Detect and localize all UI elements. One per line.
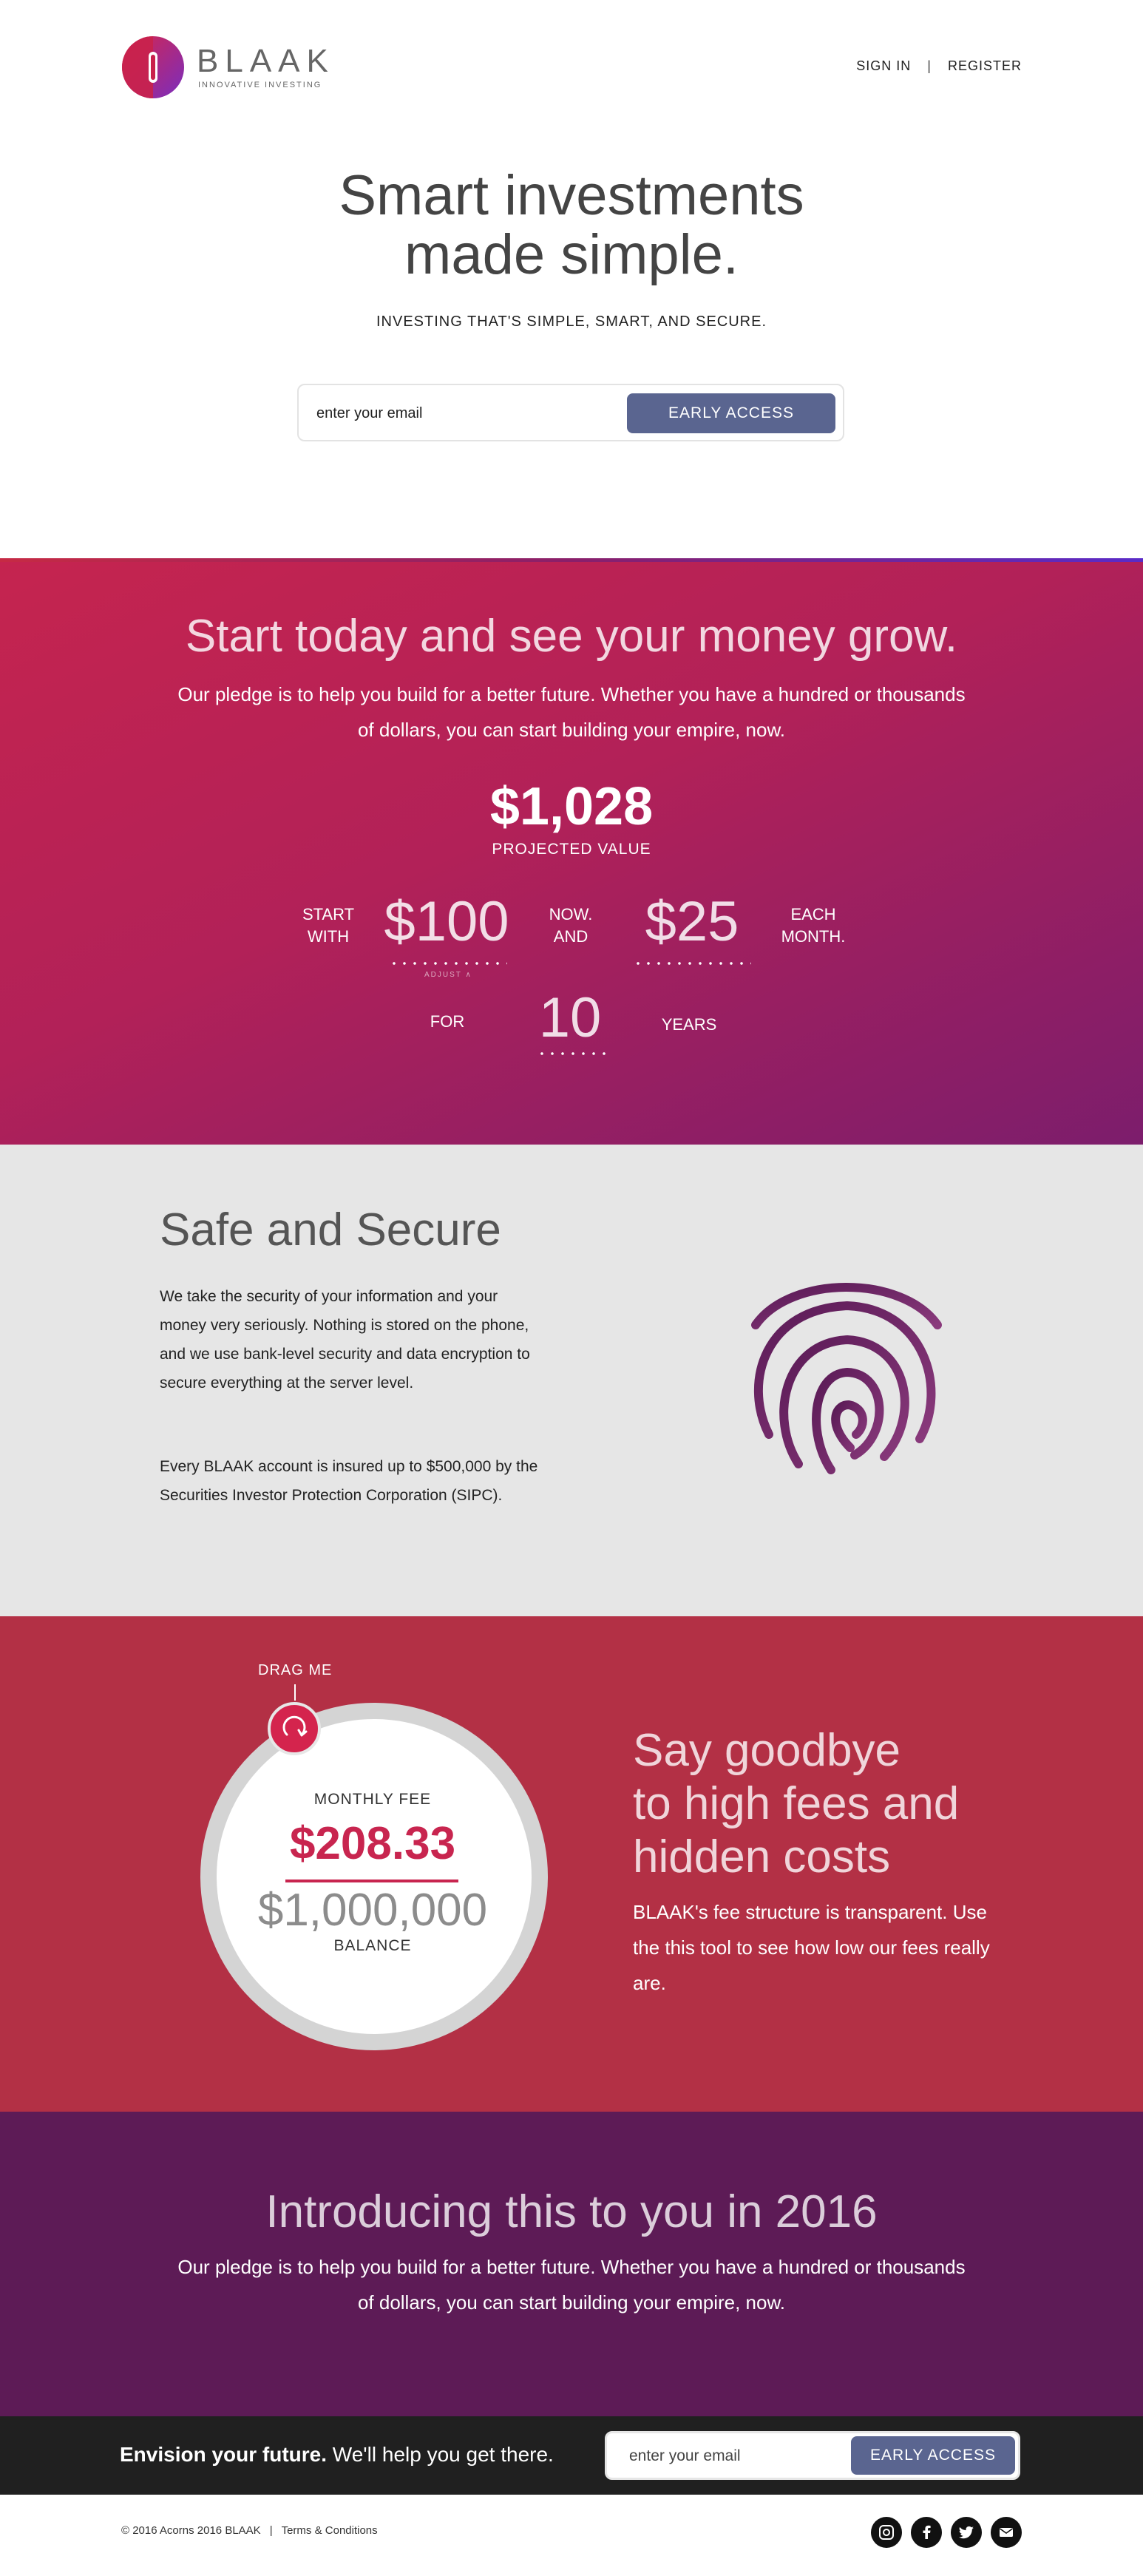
balance-label: BALANCE (333, 1937, 412, 1954)
cta-early-access-button[interactable]: EARLY ACCESS (851, 2436, 1015, 2475)
cta-signup-form: EARLY ACCESS (605, 2431, 1020, 2480)
adjust-hint: ADJUST ∧ (424, 971, 472, 979)
hero-signup-form: EARLY ACCESS (297, 384, 844, 441)
cta-email-input[interactable] (629, 2444, 851, 2469)
hero-title-line1: Smart investments (339, 164, 804, 227)
gradient-divider (0, 558, 1143, 562)
footer-legal: © 2016 Acorns 2016 BLAAK | Terms & Condi… (121, 2524, 378, 2537)
site-footer: © 2016 Acorns 2016 BLAAK | Terms & Condi… (0, 2495, 1143, 2576)
years-input[interactable]: 10 (529, 986, 611, 1050)
instagram-icon[interactable] (871, 2517, 902, 2548)
blaak-logo[interactable] (121, 35, 185, 99)
projected-value: $1,028 (489, 777, 654, 836)
fees-section: DRAG ME MONTHLY FEE $208.33 $1,000,000 B… (0, 1616, 1143, 2112)
fees-title-line2: to high fees and (633, 1778, 960, 1829)
cta-text: Envision your future. We'll help you get… (120, 2443, 554, 2467)
start-with-line2: WITH (307, 927, 350, 946)
start-with-label: START WITH (299, 904, 358, 948)
safe-section: Safe and Secure We take the security of … (0, 1145, 1143, 1616)
hero-title-line2: made simple. (404, 223, 739, 286)
facebook-icon[interactable] (911, 2517, 942, 2548)
fees-title: Say goodbye to high fees and hidden cost… (633, 1724, 959, 1884)
grow-title: Start today and see your money grow. (185, 611, 958, 662)
balance-value: $1,000,000 (257, 1885, 488, 1936)
start-amount-dots (389, 962, 507, 965)
years-dots (537, 1052, 606, 1055)
cta-bar: Envision your future. We'll help you get… (0, 2416, 1143, 2495)
nav-separator: | (927, 58, 932, 73)
terms-link[interactable]: Terms & Conditions (282, 2524, 378, 2537)
footer-separator: | (269, 2524, 273, 2537)
fees-title-line1: Say goodbye (633, 1725, 901, 1776)
grow-text: Our pledge is to help you build for a be… (177, 683, 966, 741)
fee-dial[interactable] (197, 1699, 552, 2054)
hero-title: Smart investments made simple. (0, 166, 1143, 285)
intro-text: Our pledge is to help you build for a be… (177, 2256, 966, 2314)
drag-me-label: DRAG ME (258, 1662, 333, 1678)
refresh-icon (282, 1715, 308, 1737)
mail-icon[interactable] (991, 2517, 1022, 2548)
monthly-fee-underline (285, 1880, 458, 1882)
drag-me-pointer (294, 1684, 296, 1701)
fingerprint-icon (751, 1283, 942, 1474)
each-month-line2: MONTH. (781, 927, 846, 946)
each-month-label: EACH MONTH. (776, 904, 850, 948)
hero-email-input[interactable] (316, 399, 642, 428)
start-with-line1: START (302, 905, 355, 923)
start-amount-input[interactable]: $100 (380, 889, 513, 954)
monthly-fee-value: $208.33 (289, 1818, 456, 1869)
monthly-amount-dots (633, 962, 751, 965)
now-and-line1: NOW. (549, 905, 593, 923)
twitter-icon[interactable] (951, 2517, 982, 2548)
now-and-label: NOW. AND (540, 904, 602, 948)
fees-title-line3: hidden costs (633, 1831, 891, 1882)
grow-section: Start today and see your money grow. Our… (0, 558, 1143, 1145)
site-header: BLAAK INNOVATIVE INVESTING SIGN IN | REG… (0, 0, 1143, 133)
intro-title: Introducing this to you in 2016 (265, 2186, 878, 2237)
safe-paragraph-2: Every BLAAK account is insured up to $50… (160, 1458, 538, 1504)
brand-tagline: INNOVATIVE INVESTING (198, 81, 322, 89)
top-nav: SIGN IN | REGISTER (856, 58, 1022, 74)
monthly-amount-input[interactable]: $25 (625, 889, 759, 954)
for-label: FOR (430, 1012, 465, 1031)
safe-title: Safe and Secure (160, 1204, 501, 1255)
years-label: YEARS (661, 1015, 717, 1034)
projected-value-label: PROJECTED VALUE (492, 841, 651, 858)
cta-text-rest: We'll help you get there. (327, 2443, 554, 2466)
now-and-line2: AND (553, 927, 589, 946)
brand-name: BLAAK (197, 43, 335, 79)
intro-section: Introducing this to you in 2016 Our pled… (0, 2112, 1143, 2416)
copyright-text: © 2016 Acorns 2016 BLAAK (121, 2524, 261, 2537)
fees-text: BLAAK's fee structure is transparent. Us… (633, 1901, 990, 1994)
sign-in-link[interactable]: SIGN IN (856, 58, 911, 74)
safe-paragraph-1: We take the security of your information… (160, 1288, 530, 1392)
dial-drag-handle[interactable] (268, 1702, 321, 1755)
each-month-line1: EACH (790, 905, 836, 923)
cta-text-bold: Envision your future. (120, 2443, 328, 2466)
monthly-fee-label: MONTHLY FEE (313, 1791, 432, 1808)
social-links (871, 2517, 1022, 2548)
hero-subtitle: INVESTING THAT'S SIMPLE, SMART, AND SECU… (376, 313, 767, 330)
hero-early-access-button[interactable]: EARLY ACCESS (627, 393, 835, 433)
register-link[interactable]: REGISTER (948, 58, 1022, 74)
